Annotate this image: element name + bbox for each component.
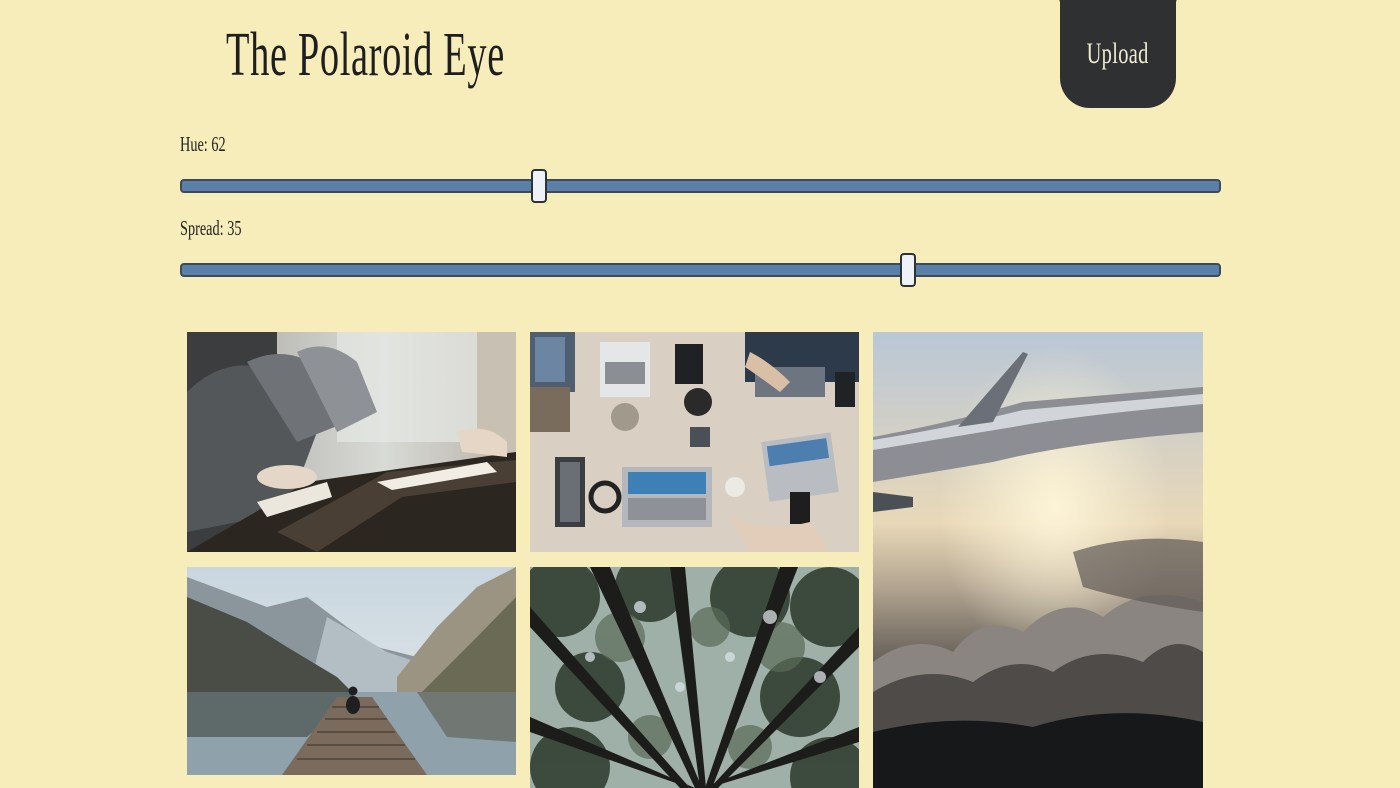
spread-slider[interactable] xyxy=(180,253,1221,287)
hue-slider[interactable] xyxy=(180,169,1221,203)
page-title: The Polaroid Eye xyxy=(226,21,505,89)
hue-label: Hue: 62 xyxy=(180,132,226,156)
forest-canopy-photo[interactable] xyxy=(530,567,859,788)
laptops-on-desk-photo[interactable] xyxy=(530,332,859,552)
upload-button-label: Upload xyxy=(1086,36,1150,70)
lake-mountains-pier-photo[interactable] xyxy=(187,567,516,775)
hue-slider-thumb[interactable] xyxy=(531,169,548,203)
airplane-wing-clouds-photo[interactable] xyxy=(873,332,1203,788)
spread-slider-thumb[interactable] xyxy=(899,253,916,287)
people-writing-at-table-photo[interactable] xyxy=(187,332,516,552)
upload-button[interactable]: Upload xyxy=(1060,0,1176,108)
spread-label: Spread: 35 xyxy=(180,216,242,240)
